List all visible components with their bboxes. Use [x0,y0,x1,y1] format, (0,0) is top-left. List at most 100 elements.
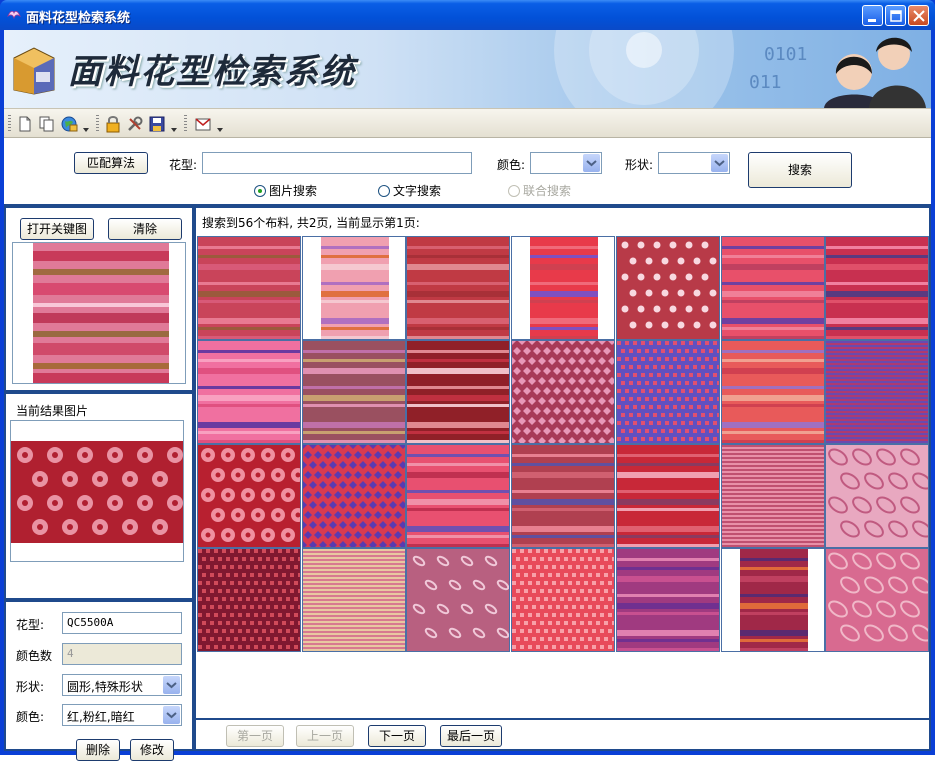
pattern-input[interactable] [202,152,472,174]
detail-color-count-label: 颜色数 [16,649,53,663]
fabric-thumbnail[interactable] [302,444,406,548]
toolbar-grip[interactable] [184,115,187,133]
fabric-thumbnail[interactable] [616,444,720,548]
current-result-image [10,420,184,562]
toolbar [4,108,931,138]
fabric-thumbnail[interactable] [721,236,825,340]
globe-icon[interactable] [60,115,78,133]
minimize-button[interactable] [862,5,883,26]
chevron-down-icon[interactable] [163,706,180,724]
fabric-swatch [407,549,509,651]
fabric-thumbnail[interactable] [406,548,510,652]
fabric-swatch [617,445,719,547]
fabric-thumbnail[interactable] [511,340,615,444]
current-result-swatch [11,441,183,543]
fabric-swatch [512,341,614,443]
fabric-swatch [826,549,928,651]
fabric-thumbnail[interactable] [406,444,510,548]
radio-combined-search: 联合搜索 [508,182,571,199]
new-file-icon[interactable] [16,115,34,133]
fabric-thumbnail[interactable] [721,444,825,548]
fabric-swatch [407,445,509,547]
logo-icon [13,47,55,95]
detail-color-select[interactable]: 红,粉红,暗红 [62,704,182,726]
fabric-swatch [303,445,405,547]
edit-button[interactable]: 修改 [130,739,174,761]
fabric-swatch [530,237,598,339]
fabric-thumbnail[interactable] [511,444,615,548]
app-window: 面料花型检索系统 0101 011 面料花型检索系统 匹配算法 花型: 颜色: … [0,0,935,761]
fabric-swatch [512,445,614,547]
close-button[interactable] [908,5,929,26]
fabric-thumbnail[interactable] [197,548,301,652]
fabric-swatch [407,341,509,443]
maximize-button[interactable] [885,5,906,26]
shape-label: 形状: [625,158,654,172]
maximize-icon [890,10,902,22]
fabric-thumbnail[interactable] [616,548,720,652]
fabric-thumbnail[interactable] [616,236,720,340]
fabric-thumbnail[interactable] [197,444,301,548]
match-algorithm-button[interactable]: 匹配算法 [74,152,148,174]
key-image [12,242,186,384]
current-result-group: 当前结果图片 [4,392,194,600]
clear-button[interactable]: 清除 [108,218,182,240]
header-banner: 0101 011 面料花型检索系统 [4,30,931,108]
window-title: 面料花型检索系统 [26,11,131,26]
detail-shape-select[interactable]: 圆形,特殊形状 [62,674,182,696]
fabric-thumbnail[interactable] [302,340,406,444]
chevron-down-icon[interactable] [711,154,728,172]
title-bar[interactable]: 面料花型检索系统 [0,0,935,30]
fabric-thumbnail[interactable] [511,236,615,340]
fabric-thumbnail[interactable] [302,236,406,340]
fabric-thumbnail[interactable] [511,548,615,652]
fabric-thumbnail[interactable] [406,236,510,340]
fabric-thumbnail[interactable] [721,548,825,652]
color-select[interactable] [530,152,602,174]
fabric-thumbnail[interactable] [825,444,929,548]
shape-select[interactable] [658,152,730,174]
fabric-swatch [722,341,824,443]
fabric-thumbnail[interactable] [616,340,720,444]
detail-pattern-input[interactable]: QC5500A [62,612,182,634]
current-result-label: 当前结果图片 [16,404,89,418]
next-page-button[interactable]: 下一页 [368,725,426,747]
pager: 第一页 上一页 下一页 最后一页 [196,718,929,749]
detail-color-count-input: 4 [62,643,182,665]
detail-color-value: 红,粉红,暗红 [67,710,135,724]
fabric-thumbnail[interactable] [197,236,301,340]
toolbar-grip[interactable] [96,115,99,133]
fabric-thumbnail[interactable] [197,340,301,444]
chevron-down-icon[interactable] [217,127,223,133]
detail-shape-label: 形状: [16,680,45,694]
detail-color-label: 颜色: [16,710,45,724]
copy-icon[interactable] [38,115,56,133]
mail-icon[interactable] [194,115,212,133]
radio-dot[interactable] [254,185,266,197]
delete-button[interactable]: 删除 [76,739,120,761]
client-area: 0101 011 面料花型检索系统 匹配算法 花型: 颜色: 形状: 搜索 图片… [4,30,931,761]
last-page-button[interactable]: 最后一页 [440,725,502,747]
fabric-thumbnail[interactable] [825,236,929,340]
radio-image-search[interactable]: 图片搜索 [254,182,317,199]
toolbar-grip[interactable] [8,115,11,133]
chevron-down-icon[interactable] [83,127,89,133]
search-button[interactable]: 搜索 [748,152,852,188]
fabric-thumbnail[interactable] [302,548,406,652]
lock-icon[interactable] [104,115,122,133]
fabric-swatch [198,445,300,547]
chevron-down-icon[interactable] [583,154,600,172]
chevron-down-icon[interactable] [163,676,180,694]
fabric-swatch [826,445,928,547]
open-key-image-button[interactable]: 打开关键图 [20,218,94,240]
tools-icon[interactable] [126,115,144,133]
fabric-thumbnail[interactable] [825,340,929,444]
save-icon[interactable] [148,115,166,133]
radio-dot[interactable] [378,185,390,197]
fabric-thumbnail[interactable] [406,340,510,444]
fabric-thumbnail[interactable] [825,548,929,652]
radio-text-search[interactable]: 文字搜索 [378,182,441,199]
svg-text:011: 011 [749,72,782,93]
fabric-thumbnail[interactable] [721,340,825,444]
chevron-down-icon[interactable] [171,127,177,133]
